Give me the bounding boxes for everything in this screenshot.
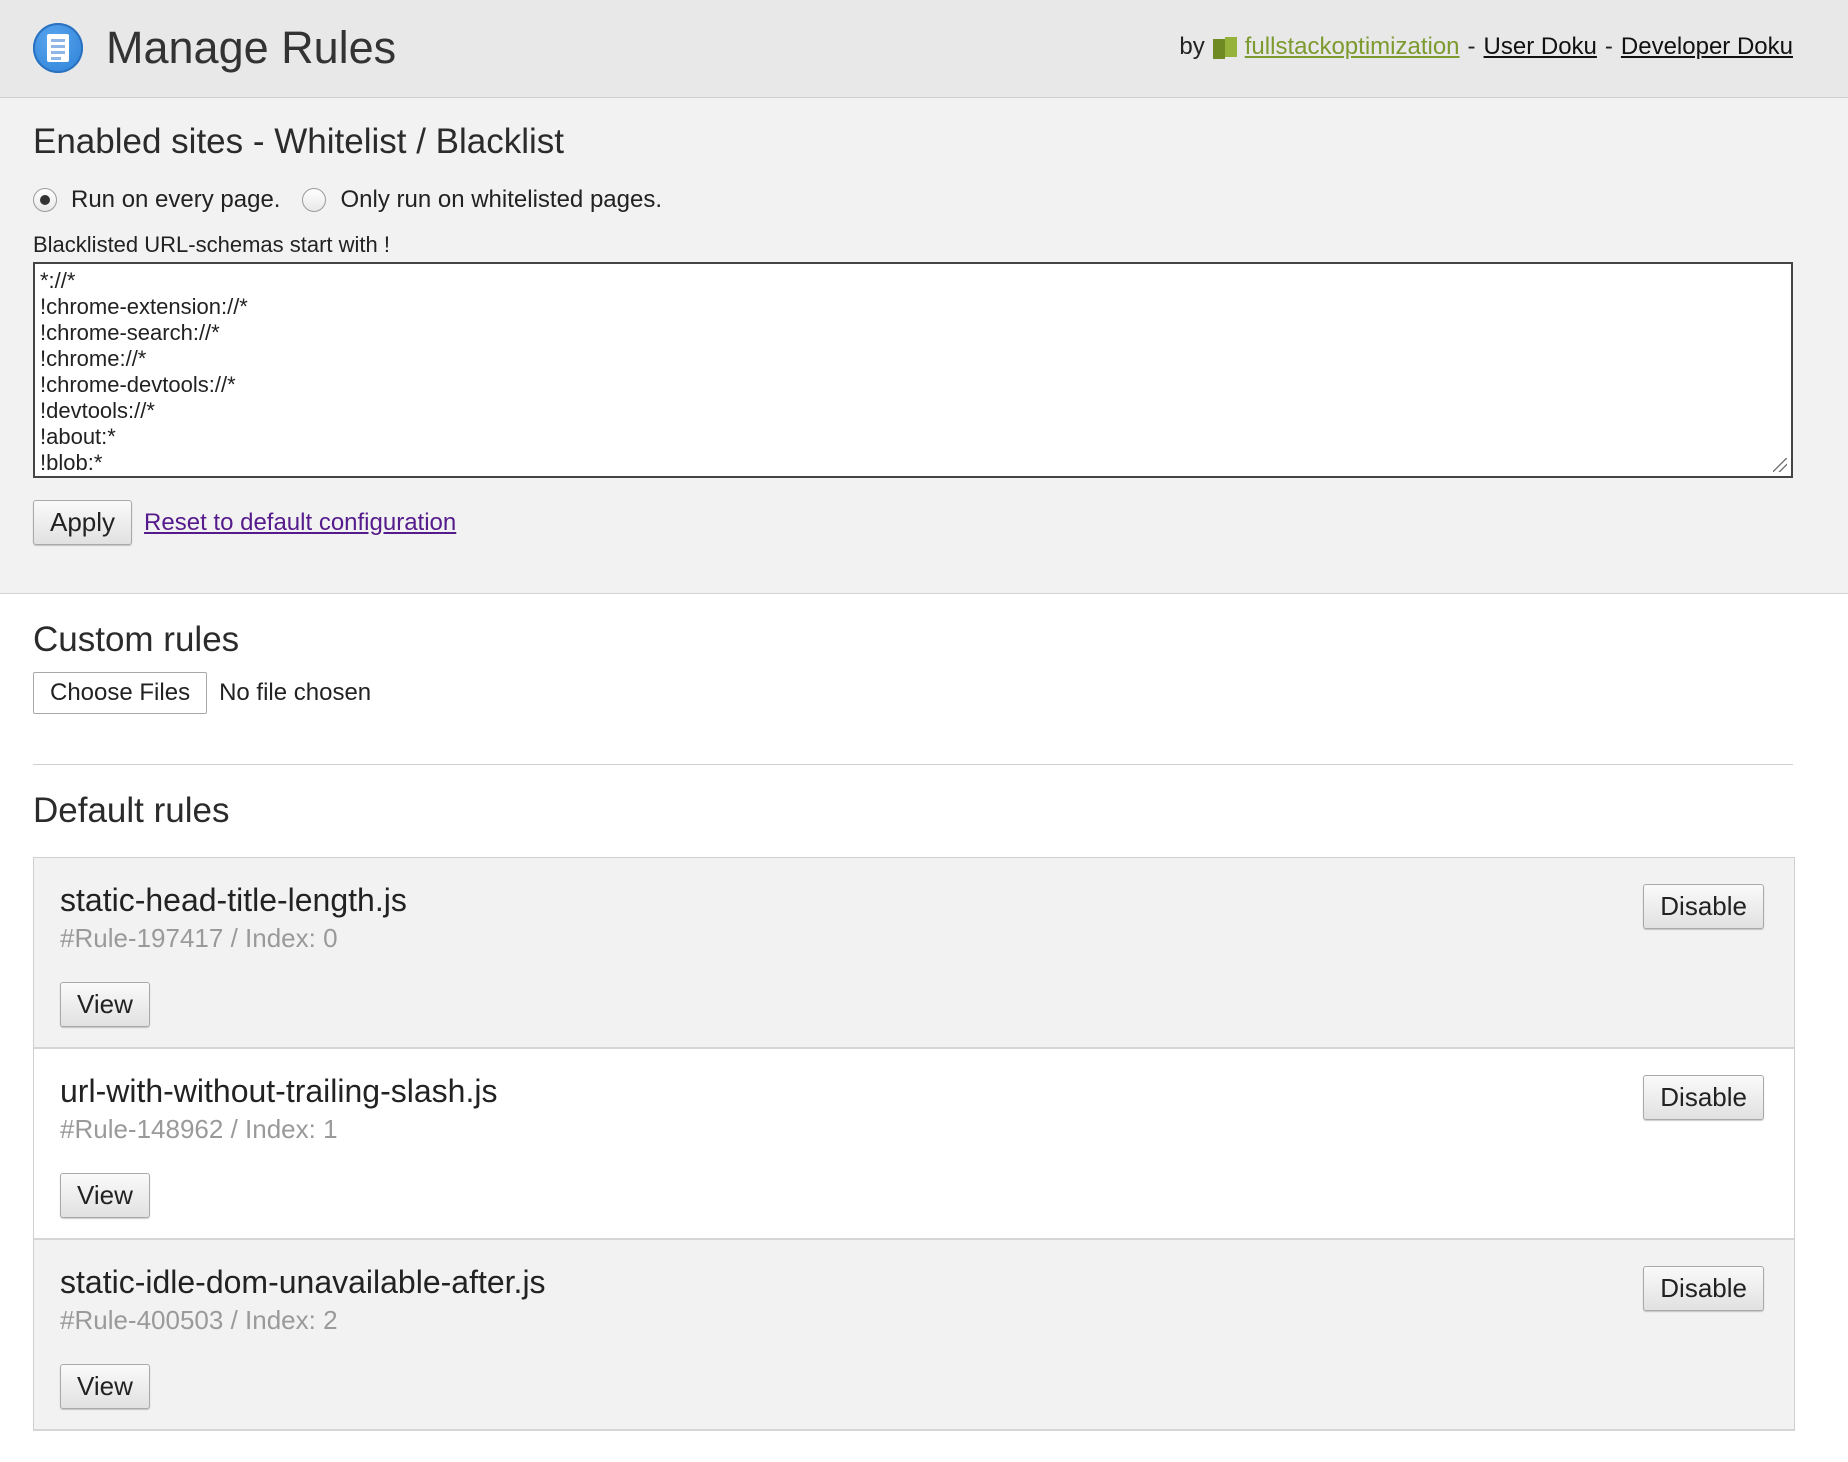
enabled-sites-section: Enabled sites - Whitelist / Blacklist Ru… xyxy=(0,98,1848,594)
textarea-line: !chrome://* xyxy=(40,346,147,371)
manage-rules-app-icon xyxy=(33,23,83,73)
default-rules-section: Default rules static-head-title-length.j… xyxy=(0,765,1848,1431)
page-title: Manage Rules xyxy=(106,22,397,73)
file-picker: Choose Files No file chosen xyxy=(33,672,1815,714)
textarea-line: *://* xyxy=(40,268,76,293)
run-whitelisted-radio[interactable] xyxy=(302,188,327,212)
developer-doc-link[interactable]: Developer Doku xyxy=(1621,33,1793,61)
rule-name: static-idle-dom-unavailable-after.js xyxy=(60,1264,546,1300)
apply-button[interactable]: Apply xyxy=(33,500,133,545)
disable-rule-button[interactable]: Disable xyxy=(1643,1266,1764,1311)
textarea-line: !about:* xyxy=(40,424,116,449)
default-rules-heading: Default rules xyxy=(33,791,230,830)
credits: by fullstackoptimization - User Doku - D… xyxy=(1179,33,1793,61)
textarea-line: !blob:* xyxy=(40,450,103,475)
file-status-text: No file chosen xyxy=(219,679,372,706)
rule-item: url-with-without-trailing-slash.js #Rule… xyxy=(34,1049,1794,1240)
by-label: by xyxy=(1179,33,1205,60)
run-every-page-radio[interactable] xyxy=(33,188,57,212)
textarea-line: !chrome-extension://* xyxy=(40,294,248,319)
rule-meta: #Rule-400503 / Index: 2 xyxy=(60,1305,338,1335)
rules-list: static-head-title-length.js #Rule-197417… xyxy=(33,857,1795,1431)
run-whitelisted-label: Only run on whitelisted pages. xyxy=(340,186,662,213)
view-rule-button[interactable]: View xyxy=(60,982,150,1027)
view-rule-button[interactable]: View xyxy=(60,1364,150,1409)
url-schema-textarea[interactable]: *://* !chrome-extension://* !chrome-sear… xyxy=(33,262,1793,478)
textarea-line: !devtools://* xyxy=(40,398,155,423)
textarea-line: !chrome-devtools://* xyxy=(40,372,236,397)
separator: - xyxy=(1604,33,1613,60)
resize-grip-icon[interactable] xyxy=(1773,458,1787,472)
user-doc-link[interactable]: User Doku xyxy=(1484,33,1597,61)
run-every-page-label: Run on every page. xyxy=(71,186,281,213)
custom-rules-section: Custom rules Choose Files No file chosen xyxy=(0,594,1848,765)
fullstackoptimization-logo-icon xyxy=(1212,35,1237,59)
separator: - xyxy=(1467,33,1476,60)
rule-name: url-with-without-trailing-slash.js xyxy=(60,1073,498,1109)
disable-rule-button[interactable]: Disable xyxy=(1643,1075,1764,1120)
enabled-sites-heading: Enabled sites - Whitelist / Blacklist xyxy=(33,122,565,161)
rule-meta: #Rule-197417 / Index: 0 xyxy=(60,923,338,953)
rule-item: static-idle-dom-unavailable-after.js #Ru… xyxy=(34,1240,1794,1431)
reset-default-link[interactable]: Reset to default configuration xyxy=(144,509,456,537)
custom-rules-heading: Custom rules xyxy=(33,620,240,659)
rule-name: static-head-title-length.js xyxy=(60,882,407,918)
rule-meta: #Rule-148962 / Index: 1 xyxy=(60,1114,338,1144)
enabled-sites-actions: Apply Reset to default configuration xyxy=(33,500,1815,545)
rule-item: static-head-title-length.js #Rule-197417… xyxy=(34,858,1794,1049)
brand-link[interactable]: fullstackoptimization xyxy=(1245,33,1460,61)
header-bar: Manage Rules by fullstackoptimization - … xyxy=(0,0,1848,98)
disable-rule-button[interactable]: Disable xyxy=(1643,884,1764,929)
blacklist-textarea-label: Blacklisted URL-schemas start with ! xyxy=(33,232,390,257)
textarea-line: !chrome-search://* xyxy=(40,320,220,345)
choose-files-button[interactable]: Choose Files xyxy=(33,672,208,714)
run-mode-radio-group: Run on every page. Only run on whitelist… xyxy=(33,186,1815,214)
view-rule-button[interactable]: View xyxy=(60,1173,150,1218)
